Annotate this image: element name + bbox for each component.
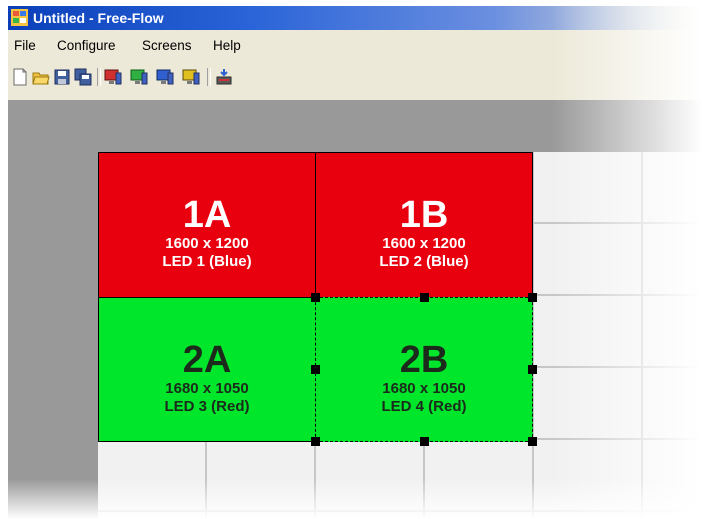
- screen-1a[interactable]: 1A 1600 x 1200 LED 1 (Blue): [98, 152, 316, 298]
- menu-configure[interactable]: Configure: [57, 38, 116, 53]
- menu-screens[interactable]: Screens: [142, 38, 192, 53]
- monitor-red-icon[interactable]: [104, 68, 122, 86]
- screen-resolution: 1680 x 1050: [165, 380, 249, 397]
- screen-id: 2B: [399, 339, 449, 381]
- resize-handle-right[interactable]: [528, 365, 537, 374]
- screen-led: LED 3 (Red): [164, 398, 250, 415]
- resize-handle-top-left[interactable]: [311, 293, 320, 302]
- save-icon[interactable]: [53, 68, 71, 86]
- resize-handle-bottom-left[interactable]: [311, 437, 320, 446]
- screen-led: LED 4 (Red): [381, 398, 467, 415]
- screen-resolution: 1600 x 1200: [165, 235, 249, 252]
- window-title: Untitled - Free-Flow: [33, 10, 164, 26]
- monitor-green-icon[interactable]: [130, 68, 148, 86]
- toolbar-separator: [207, 68, 211, 86]
- menu-help[interactable]: Help: [213, 38, 241, 53]
- toolbar-separator: [97, 68, 101, 86]
- title-bar[interactable]: Untitled - Free-Flow: [8, 6, 702, 30]
- monitor-blue-icon[interactable]: [156, 68, 174, 86]
- layout-canvas[interactable]: 1A 1600 x 1200 LED 1 (Blue) 1B 1600 x 12…: [8, 100, 702, 519]
- menu-file[interactable]: File: [14, 38, 36, 53]
- screen-id: 1B: [399, 194, 449, 236]
- resize-handle-bottom-right[interactable]: [528, 437, 537, 446]
- resize-handle-bottom[interactable]: [420, 437, 429, 446]
- monitor-yellow-icon[interactable]: [182, 68, 200, 86]
- app-window: Untitled - Free-Flow File Configure Scre…: [8, 6, 702, 519]
- save-all-icon[interactable]: [74, 68, 92, 86]
- toolbar: [8, 60, 702, 94]
- screen-1b[interactable]: 1B 1600 x 1200 LED 2 (Blue): [315, 152, 533, 298]
- screen-2b[interactable]: 2B 1680 x 1050 LED 4 (Red): [315, 297, 533, 442]
- new-file-icon[interactable]: [11, 68, 29, 86]
- menu-bar: File Configure Screens Help: [8, 36, 702, 58]
- screen-2a[interactable]: 2A 1680 x 1050 LED 3 (Red): [98, 297, 316, 442]
- screen-led: LED 1 (Blue): [162, 253, 252, 270]
- resize-handle-top[interactable]: [420, 293, 429, 302]
- screen-resolution: 1600 x 1200: [382, 235, 466, 252]
- screen-id: 2A: [182, 339, 232, 381]
- open-folder-icon[interactable]: [32, 68, 50, 86]
- resize-handle-top-right[interactable]: [528, 293, 537, 302]
- screen-led: LED 2 (Blue): [379, 253, 469, 270]
- app-icon: [11, 9, 28, 26]
- resize-handle-left[interactable]: [311, 365, 320, 374]
- screen-resolution: 1680 x 1050: [382, 380, 466, 397]
- apply-settings-icon[interactable]: [215, 68, 233, 86]
- screen-id: 1A: [182, 194, 232, 236]
